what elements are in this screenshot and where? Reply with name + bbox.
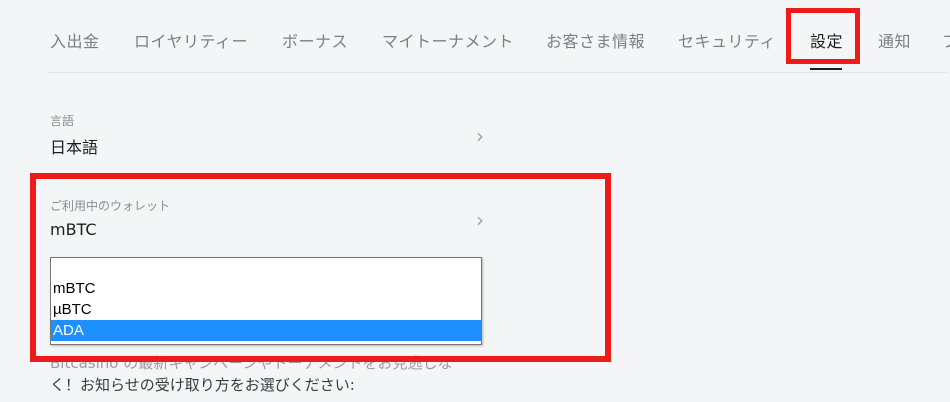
language-caption: 言語 <box>50 114 75 128</box>
active-tab-indicator <box>810 68 842 70</box>
tab-security[interactable]: セキュリティ <box>678 28 776 52</box>
tab-partial[interactable]: フ <box>942 28 950 52</box>
tab-loyalty[interactable]: ロイヤリティー <box>134 28 248 52</box>
chevron-right-icon: › <box>476 124 484 148</box>
tab-customer-info[interactable]: お客さま情報 <box>546 28 645 52</box>
notice-line-2: く！お知らせの受け取り方をお選びください: <box>50 376 355 394</box>
tab-bonus[interactable]: ボーナス <box>282 28 348 52</box>
language-value: 日本語 <box>50 138 99 157</box>
tab-divider <box>48 72 948 73</box>
tab-deposit-withdraw[interactable]: 入出金 <box>50 28 100 52</box>
highlight-box-wallet <box>30 173 611 362</box>
language-setting-row[interactable]: 言語 日本語 › <box>50 112 490 160</box>
tab-my-tournaments[interactable]: マイトーナメント <box>382 28 514 52</box>
highlight-box-settings-tab <box>786 8 860 64</box>
tab-notifications[interactable]: 通知 <box>878 28 911 52</box>
